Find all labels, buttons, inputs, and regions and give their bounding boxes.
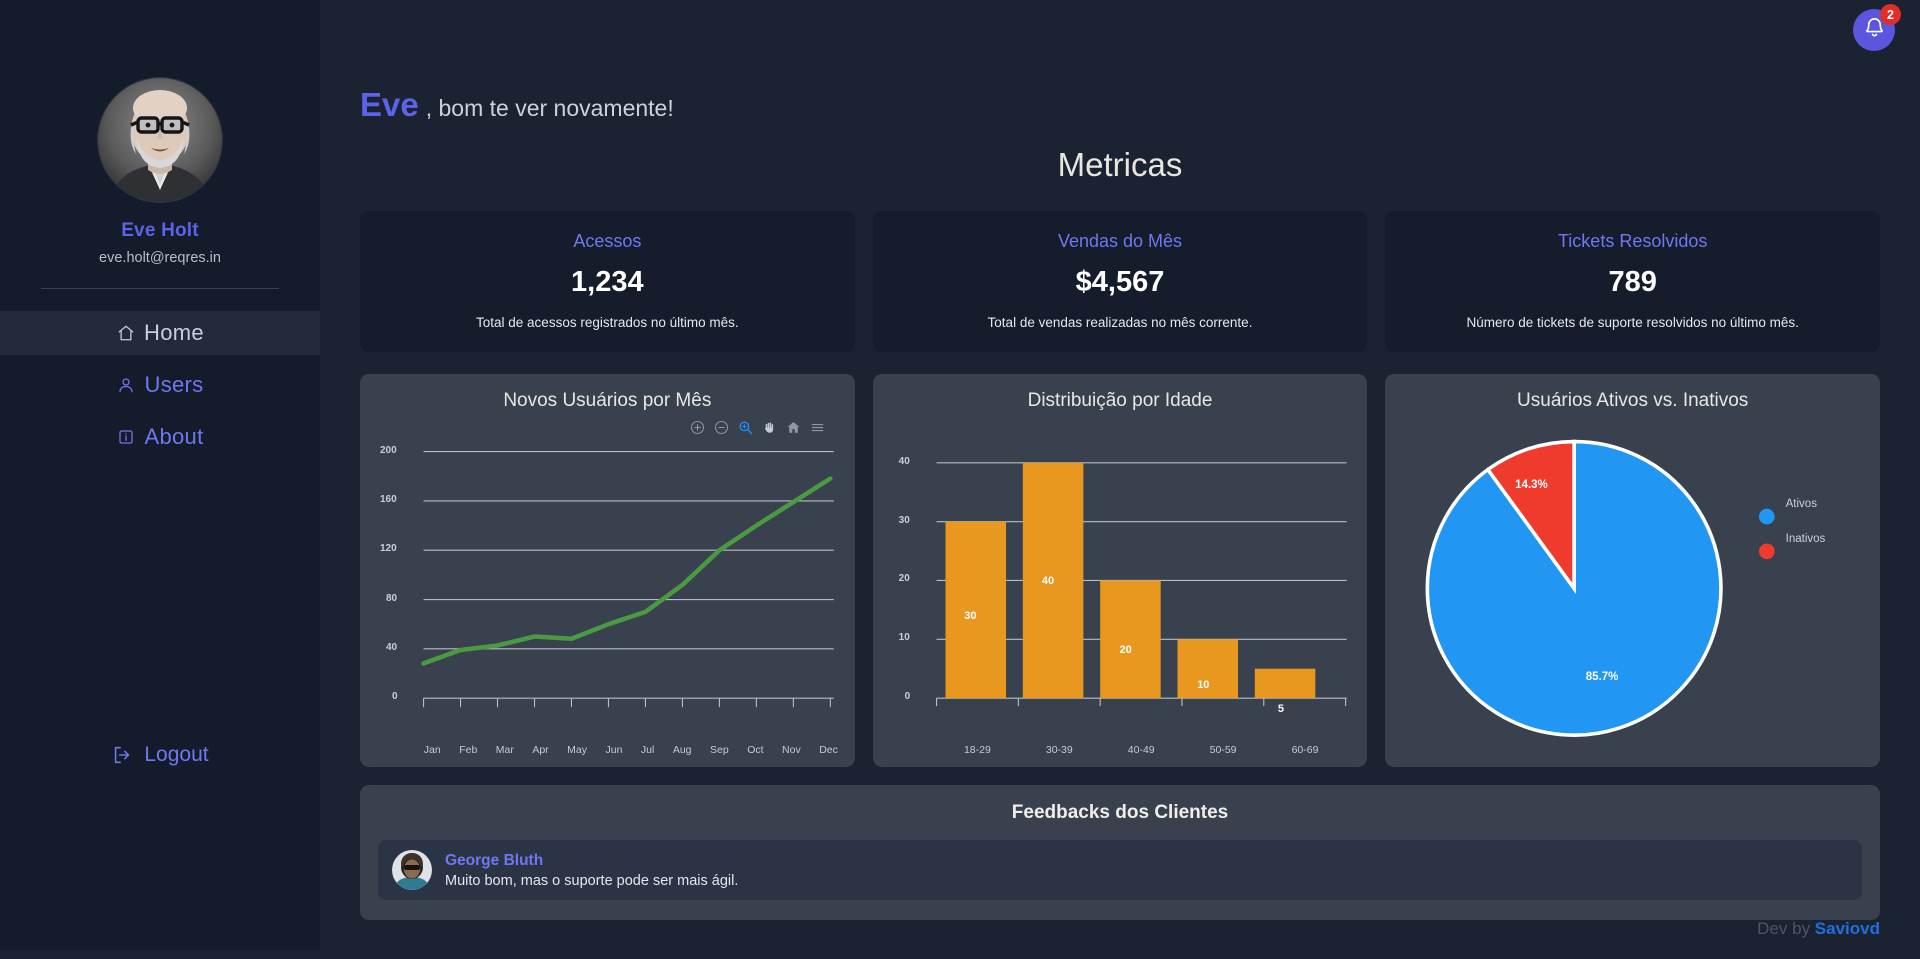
x-axis-tick: Jul bbox=[640, 744, 655, 757]
chart-card-bar: Distribuição por Idade 30 40 20 10 5 40 … bbox=[872, 374, 1368, 767]
metrics-row: Acessos 1,234 Total de acessos registrad… bbox=[360, 211, 1881, 352]
bar-chart-svg bbox=[935, 462, 1347, 707]
footer-prefix: Dev by bbox=[1757, 919, 1815, 938]
pie-chart[interactable]: 14.3% 85.7% Ativos Inativos bbox=[1397, 418, 1868, 754]
metric-title: Vendas do Mês bbox=[1057, 231, 1183, 251]
x-axis-tick: Sep bbox=[710, 744, 729, 757]
zoom-out-icon[interactable] bbox=[714, 420, 729, 435]
home-reset-icon[interactable] bbox=[786, 420, 801, 435]
footer: Dev by Saviovd bbox=[1757, 919, 1880, 939]
x-axis-tick: Feb bbox=[459, 744, 478, 757]
sidebar-item-label: Users bbox=[144, 372, 204, 397]
feedback-text: Muito bom, mas o suporte pode ser mais á… bbox=[445, 872, 739, 889]
feedback-title: Feedbacks dos Clientes bbox=[1011, 802, 1229, 823]
x-axis-tick: Jan bbox=[423, 744, 441, 757]
metric-title: Acessos bbox=[573, 231, 642, 251]
notification-badge: 2 bbox=[1880, 4, 1901, 25]
users-icon bbox=[117, 376, 136, 395]
dashboard-root: Eve Holt eve.holt@reqres.in Home Users A… bbox=[0, 0, 1920, 959]
x-axis-tick: Aug bbox=[672, 744, 692, 757]
metric-title: Tickets Resolvidos bbox=[1557, 231, 1708, 251]
metric-value: 789 bbox=[1608, 266, 1657, 298]
x-axis-tick: Apr bbox=[532, 744, 549, 757]
sidebar-item-label: About bbox=[144, 424, 204, 449]
chart-title: Distribuição por Idade bbox=[1027, 390, 1213, 411]
x-axis-tick: Jun bbox=[605, 744, 623, 757]
chart-title: Usuários Ativos vs. Inativos bbox=[1517, 390, 1749, 411]
greeting-user-name: Eve bbox=[360, 86, 419, 123]
avatar bbox=[392, 850, 432, 890]
chart-card-line: Novos Usuários por Mês 200 160 120 80 40… bbox=[360, 374, 855, 767]
x-axis-tick: Oct bbox=[747, 744, 764, 757]
logout-label: Logout bbox=[144, 743, 209, 766]
zoom-in-icon[interactable] bbox=[690, 420, 705, 435]
horizontal-scrollbar[interactable] bbox=[0, 950, 1920, 959]
logout-button[interactable]: Logout bbox=[0, 743, 320, 767]
metric-card-vendas: Vendas do Mês $4,567 Total de vendas rea… bbox=[872, 211, 1368, 352]
avatar bbox=[98, 78, 222, 202]
pan-hand-icon[interactable] bbox=[762, 420, 777, 435]
charts-row: Novos Usuários por Mês 200 160 120 80 40… bbox=[360, 374, 1881, 767]
metric-card-acessos: Acessos 1,234 Total de acessos registrad… bbox=[360, 211, 855, 352]
x-axis-tick: Mar bbox=[495, 744, 514, 757]
selection-zoom-icon[interactable] bbox=[738, 420, 753, 435]
profile-email: eve.holt@reqres.in bbox=[99, 250, 221, 266]
pie-chart-svg bbox=[1425, 439, 1775, 737]
scrollbar-thumb[interactable] bbox=[320, 950, 620, 959]
feedback-item: George Bluth Muito bom, mas o suporte po… bbox=[378, 840, 1862, 900]
chart-card-pie: Usuários Ativos vs. Inativos 14.3% 85.7%… bbox=[1385, 374, 1881, 767]
profile-name: Eve Holt bbox=[121, 220, 199, 241]
metric-value: $4,567 bbox=[1075, 266, 1165, 298]
main-content: 2 Eve , bom te ver novamente! Metricas A… bbox=[320, 0, 1920, 959]
sidebar-item-about[interactable]: About bbox=[0, 415, 320, 459]
metric-card-tickets: Tickets Resolvidos 789 Número de tickets… bbox=[1385, 211, 1881, 352]
sidebar-item-users[interactable]: Users bbox=[0, 363, 320, 407]
feedback-author: George Bluth bbox=[445, 851, 544, 869]
x-axis-tick: 60-69 bbox=[1291, 744, 1319, 757]
x-axis-tick: May bbox=[567, 744, 588, 757]
sidebar-item-label: Home bbox=[144, 320, 204, 345]
metric-description: Total de vendas realizadas no mês corren… bbox=[987, 315, 1253, 330]
x-axis-tick: 40-49 bbox=[1127, 744, 1155, 757]
info-icon bbox=[117, 428, 136, 447]
chart-title: Novos Usuários por Mês bbox=[503, 390, 712, 411]
greeting: Eve , bom te ver novamente! bbox=[360, 0, 1880, 124]
sidebar: Eve Holt eve.holt@reqres.in Home Users A… bbox=[0, 0, 320, 959]
x-axis-tick: 50-59 bbox=[1209, 744, 1237, 757]
metric-description: Número de tickets de suporte resolvidos … bbox=[1466, 315, 1799, 330]
home-icon bbox=[116, 324, 135, 343]
footer-author[interactable]: Saviovd bbox=[1815, 919, 1880, 938]
hamburger-menu-icon[interactable] bbox=[810, 420, 825, 435]
bar-chart[interactable]: 30 40 20 10 5 40 30 20 10 0 18-29 30-39 bbox=[885, 418, 1356, 757]
notifications: 2 bbox=[1853, 4, 1901, 51]
feedback-section: Feedbacks dos Clientes George Bluth Muit… bbox=[360, 785, 1880, 920]
metric-description: Total de acessos registrados no último m… bbox=[476, 315, 739, 330]
metric-value: 1,234 bbox=[571, 266, 644, 298]
greeting-text: , bom te ver novamente! bbox=[425, 95, 674, 121]
logout-icon bbox=[111, 744, 133, 766]
x-axis-tick: Dec bbox=[819, 744, 838, 757]
chart-toolbar bbox=[690, 420, 825, 435]
line-chart-svg bbox=[372, 451, 834, 708]
sidebar-item-home[interactable]: Home bbox=[0, 311, 320, 355]
x-axis-tick: 18-29 bbox=[963, 744, 991, 757]
sidebar-divider bbox=[41, 288, 279, 289]
x-axis-tick: 30-39 bbox=[1045, 744, 1073, 757]
x-axis-tick: Nov bbox=[782, 744, 801, 757]
sidebar-nav: Home Users About bbox=[0, 311, 320, 467]
page-title: Metricas bbox=[1057, 146, 1183, 183]
line-chart[interactable]: 200 160 120 80 40 0 Jan Feb Mar Apr May bbox=[372, 418, 843, 757]
